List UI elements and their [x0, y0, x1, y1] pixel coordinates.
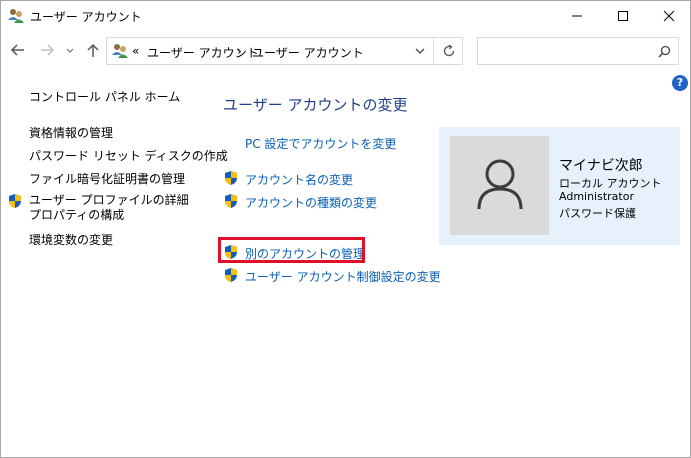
sidebar-home-link[interactable]: コントロール パネル ホーム — [29, 88, 180, 105]
up-button[interactable] — [83, 40, 103, 60]
change-account-name-link[interactable]: アカウント名の変更 — [245, 171, 353, 188]
avatar — [450, 136, 549, 235]
users-icon — [7, 7, 25, 25]
sidebar-item-password-reset-disk[interactable]: パスワード リセット ディスクの作成 — [29, 147, 228, 164]
breadcrumb-item[interactable]: ユーザー アカウント — [252, 44, 364, 61]
breadcrumb-separator[interactable]: › — [237, 44, 242, 58]
account-role: Administrator — [559, 190, 634, 203]
uac-settings-link[interactable]: ユーザー アカウント制御設定の変更 — [245, 268, 441, 285]
user-accounts-window: ユーザー アカウント « ユーザー アカウント › ユーザー アカウント ? コ… — [0, 0, 691, 458]
person-icon — [477, 159, 523, 210]
address-divider — [433, 38, 434, 64]
account-type: ローカル アカウント — [559, 177, 662, 190]
page-title: ユーザー アカウントの変更 — [223, 96, 408, 114]
shield-icon — [225, 268, 237, 282]
sidebar-item-encryption-certificates[interactable]: ファイル暗号化証明書の管理 — [29, 170, 185, 187]
window-title: ユーザー アカウント — [30, 10, 142, 24]
shield-icon — [225, 171, 237, 185]
change-account-type-link[interactable]: アカウントの種類の変更 — [245, 194, 377, 211]
breadcrumb-overflow[interactable]: « — [132, 44, 139, 58]
shield-icon — [9, 194, 21, 208]
arrow-right-icon — [41, 44, 55, 56]
title-bar: ユーザー アカウント — [1, 1, 690, 31]
search-box[interactable] — [477, 37, 679, 65]
sidebar-item-credentials[interactable]: 資格情報の管理 — [29, 124, 113, 141]
user-name: マイナビ次郎 — [559, 158, 643, 174]
navigation-bar: « ユーザー アカウント › ユーザー アカウント — [1, 34, 690, 68]
chevron-down-icon — [415, 48, 425, 54]
forward-button[interactable] — [37, 40, 57, 60]
arrow-left-icon — [10, 44, 24, 56]
users-icon — [111, 42, 129, 60]
password-status: パスワード保護 — [559, 207, 636, 220]
refresh-icon — [443, 44, 455, 57]
user-card: マイナビ次郎 ローカル アカウント Administrator パスワード保護 — [439, 127, 680, 245]
sidebar-item-profile-properties[interactable]: ユーザー プロファイルの詳細プロパティの構成 — [29, 193, 197, 223]
recent-locations-button[interactable] — [63, 40, 77, 60]
search-icon — [658, 45, 671, 58]
refresh-button[interactable] — [437, 38, 461, 64]
shield-icon — [225, 194, 237, 208]
pc-settings-link[interactable]: PC 設定でアカウントを変更 — [245, 135, 396, 152]
help-label: ? — [676, 76, 684, 89]
breadcrumb-item[interactable]: ユーザー アカウント — [147, 44, 259, 61]
close-button[interactable] — [646, 1, 690, 31]
maximize-button[interactable] — [600, 1, 646, 31]
sidebar-item-environment-variables[interactable]: 環境変数の変更 — [29, 231, 113, 248]
arrow-up-icon — [87, 43, 99, 57]
back-button[interactable] — [8, 40, 28, 60]
chevron-down-icon — [66, 48, 74, 53]
highlight-box — [218, 237, 365, 263]
minimize-button[interactable] — [554, 1, 600, 31]
help-button[interactable]: ? — [672, 75, 688, 91]
address-bar[interactable]: « ユーザー アカウント › ユーザー アカウント — [106, 37, 463, 65]
address-dropdown-button[interactable] — [407, 38, 433, 64]
